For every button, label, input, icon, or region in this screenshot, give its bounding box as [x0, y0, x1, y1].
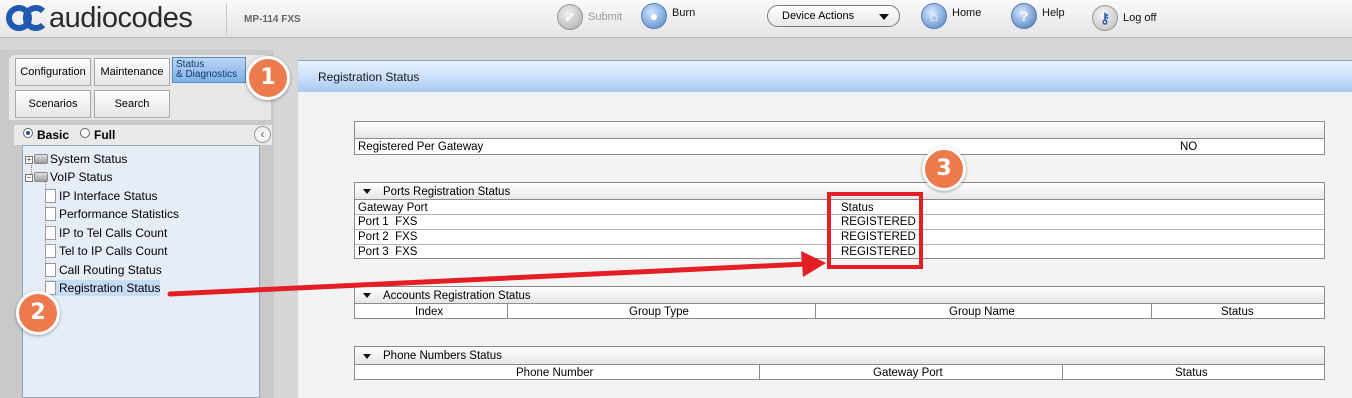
callout-step-1: 1 [246, 56, 290, 100]
callout-step-2: 2 [16, 291, 60, 335]
annotation-highlight-box [827, 192, 923, 269]
annotation-arrow [167, 251, 826, 297]
callout-step-3: 3 [922, 147, 966, 191]
